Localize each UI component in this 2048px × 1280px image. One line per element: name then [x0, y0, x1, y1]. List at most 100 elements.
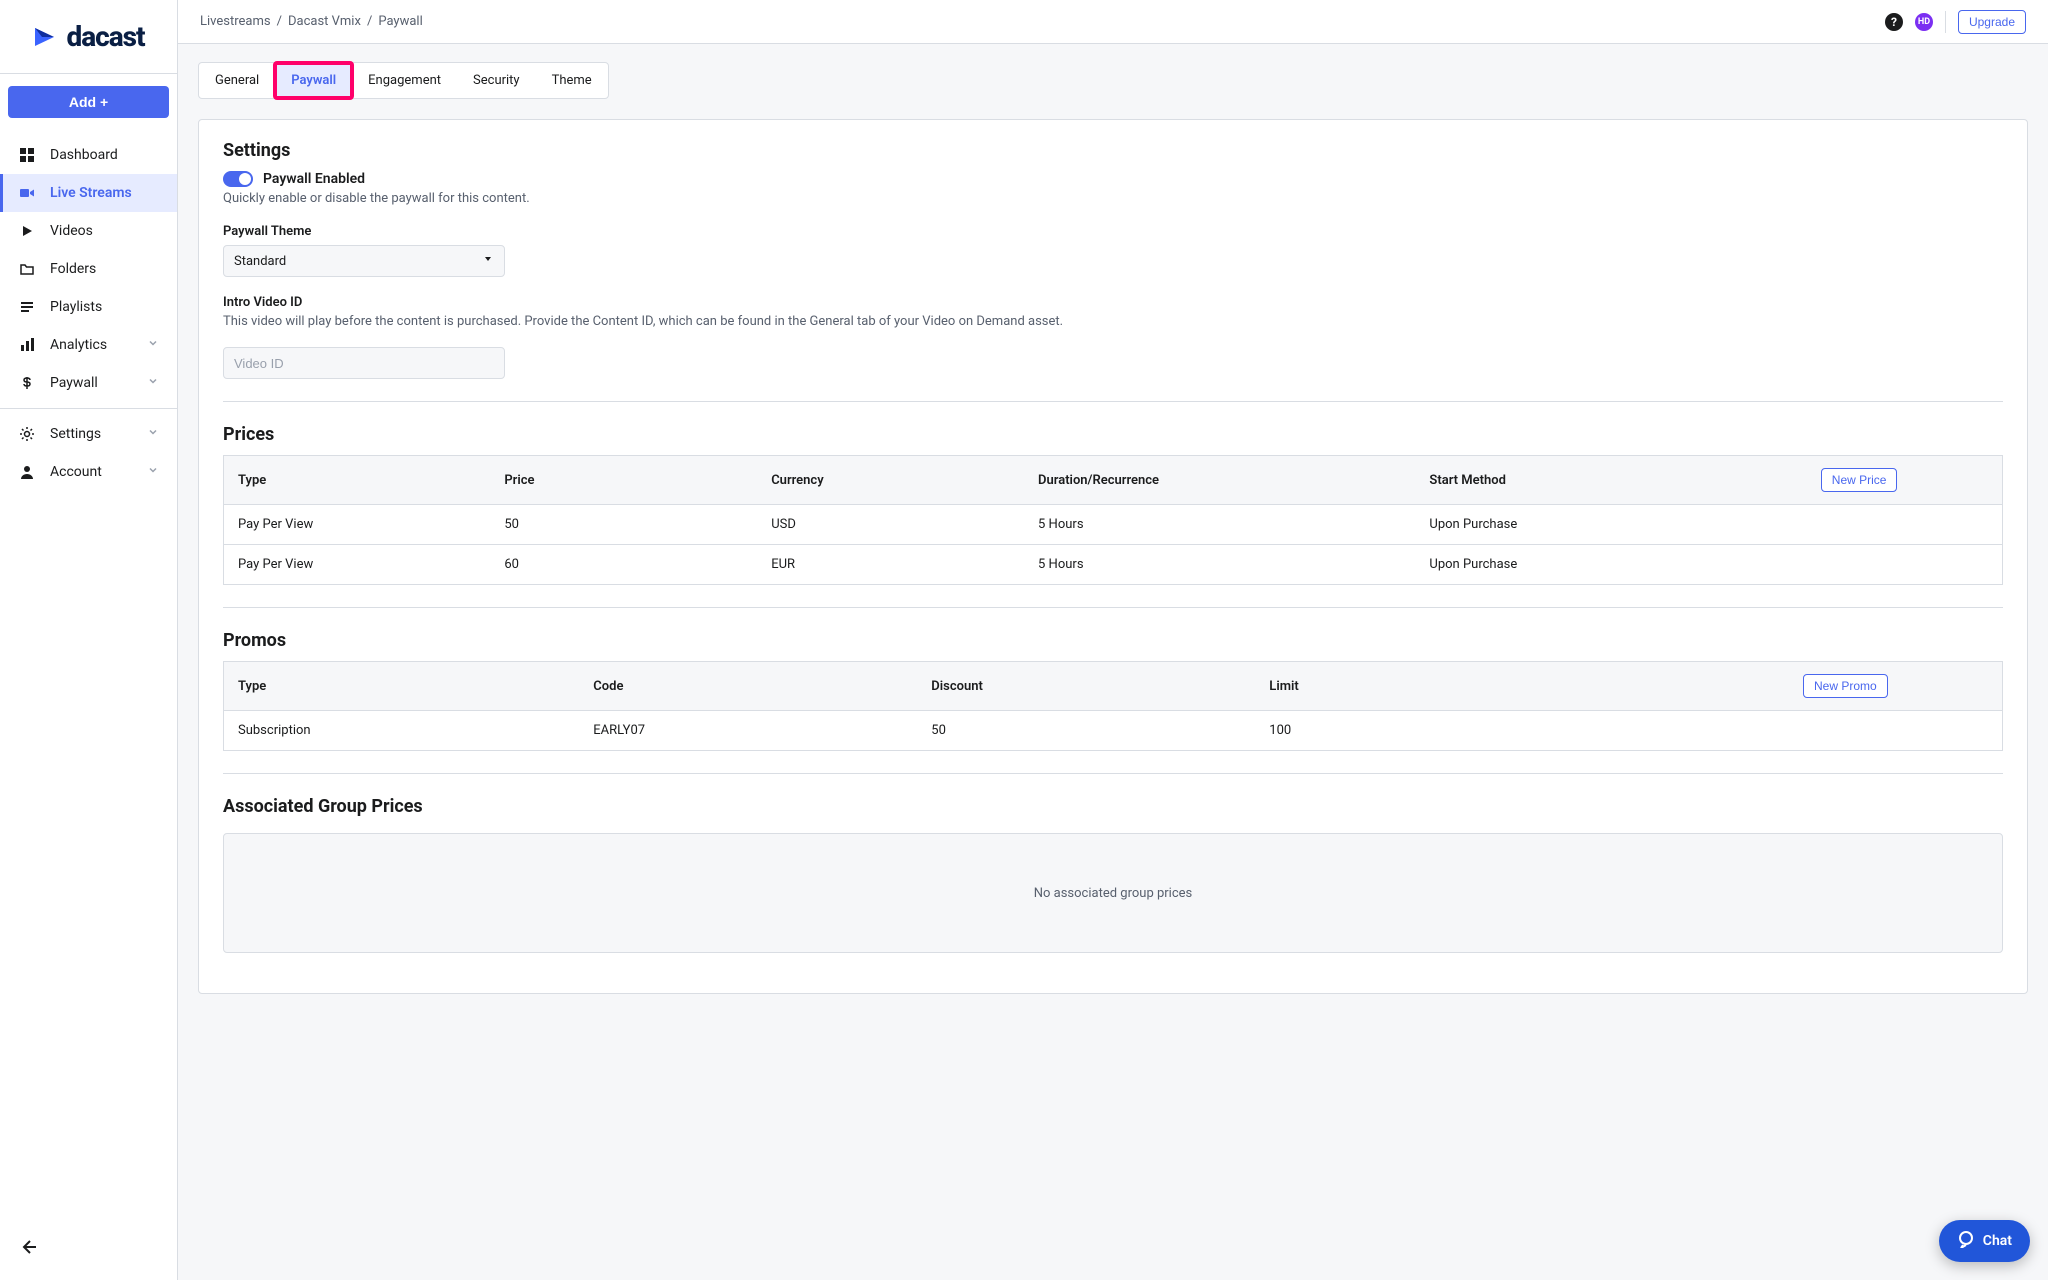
- prices-table: Type Price Currency Duration/Recurrence …: [223, 455, 2003, 585]
- sidebar-item-label: Folders: [50, 261, 96, 277]
- arrow-left-icon[interactable]: [18, 1238, 38, 1262]
- sidebar-item-videos[interactable]: Videos: [0, 212, 177, 250]
- divider: [223, 773, 2003, 774]
- table-row[interactable]: Pay Per View 60 EUR 5 Hours Upon Purchas…: [224, 545, 2003, 585]
- sidebar-item-label: Settings: [50, 426, 101, 442]
- chevron-down-icon: [147, 426, 159, 442]
- divider: [223, 401, 2003, 402]
- sidebar-item-analytics[interactable]: Analytics: [0, 326, 177, 364]
- help-icon[interactable]: ?: [1885, 13, 1903, 31]
- dashboard-icon: [18, 147, 36, 163]
- section-settings: Settings Paywall Enabled Quickly enable …: [223, 140, 2003, 379]
- sidebar-item-label: Dashboard: [50, 147, 118, 163]
- tab-security[interactable]: Security: [457, 63, 536, 98]
- empty-label: No associated group prices: [1034, 886, 1193, 901]
- table-header: Type: [224, 662, 580, 711]
- help-text: This video will play before the content …: [223, 314, 2003, 329]
- section-heading: Settings: [223, 140, 2003, 161]
- gear-icon: [18, 426, 36, 442]
- intro-video-id-input[interactable]: [223, 347, 505, 379]
- section-heading: Associated Group Prices: [223, 796, 2003, 817]
- tab-engagement[interactable]: Engagement: [352, 63, 457, 98]
- dollar-icon: [18, 375, 36, 391]
- sidebar-item-paywall[interactable]: Paywall: [0, 364, 177, 402]
- add-button[interactable]: Add +: [8, 86, 169, 118]
- section-promos: Promos Type Code Discount Limit New Prom…: [223, 630, 2003, 751]
- cell-duration: 5 Hours: [1024, 545, 1415, 585]
- promos-table: Type Code Discount Limit New Promo Subsc…: [223, 661, 2003, 751]
- table-row[interactable]: Subscription EARLY07 50 100: [224, 711, 2003, 751]
- logo-mark-icon: [32, 22, 62, 52]
- field-label: Paywall Theme: [223, 224, 2003, 239]
- sidebar-item-settings[interactable]: Settings: [0, 415, 177, 453]
- cell-type: Pay Per View: [224, 505, 491, 545]
- cell-start: Upon Purchase: [1415, 505, 1806, 545]
- table-header: Code: [579, 662, 917, 711]
- paywall-theme-select[interactable]: Standard: [223, 245, 505, 277]
- cell-type: Subscription: [224, 711, 580, 751]
- logo-text: dacast: [66, 20, 144, 53]
- chat-button[interactable]: Chat: [1939, 1220, 2030, 1262]
- tab-paywall[interactable]: Paywall: [275, 63, 352, 98]
- chevron-down-icon: [147, 375, 159, 391]
- cell-currency: USD: [757, 505, 1024, 545]
- panel: Settings Paywall Enabled Quickly enable …: [198, 119, 2028, 994]
- cell-start: Upon Purchase: [1415, 545, 1806, 585]
- table-header: Discount: [917, 662, 1255, 711]
- section-prices: Prices Type Price Currency Duration/Recu…: [223, 424, 2003, 585]
- toggle-label: Paywall Enabled: [263, 171, 365, 187]
- chevron-down-icon: [147, 337, 159, 353]
- new-price-button[interactable]: New Price: [1821, 468, 1898, 492]
- upgrade-button[interactable]: Upgrade: [1958, 10, 2026, 34]
- cell-price: 60: [490, 545, 757, 585]
- table-row[interactable]: Pay Per View 50 USD 5 Hours Upon Purchas…: [224, 505, 2003, 545]
- sidebar-item-folders[interactable]: Folders: [0, 250, 177, 288]
- cell-price: 50: [490, 505, 757, 545]
- section-assoc: Associated Group Prices No associated gr…: [223, 796, 2003, 953]
- chat-icon: [1957, 1230, 1975, 1252]
- cell-limit: 100: [1255, 711, 1789, 751]
- camera-icon: [18, 185, 36, 201]
- playlist-icon: [18, 299, 36, 315]
- chat-label: Chat: [1983, 1233, 2012, 1249]
- sidebar-item-account[interactable]: Account: [0, 453, 177, 491]
- divider: [1945, 11, 1946, 33]
- table-header: Price: [490, 456, 757, 505]
- breadcrumb-item[interactable]: Paywall: [378, 14, 422, 29]
- chevron-down-icon: [147, 464, 159, 480]
- table-header: Type: [224, 456, 491, 505]
- table-header: Currency: [757, 456, 1024, 505]
- main: General Paywall Engagement Security Them…: [178, 0, 2048, 1280]
- table-header: Limit: [1255, 662, 1789, 711]
- topbar: Livestreams / Dacast Vmix / Paywall ? HD…: [178, 0, 2048, 44]
- section-heading: Promos: [223, 630, 2003, 651]
- cell-type: Pay Per View: [224, 545, 491, 585]
- sidebar-item-dashboard[interactable]: Dashboard: [0, 136, 177, 174]
- tab-general[interactable]: General: [199, 63, 275, 98]
- sidebar-item-label: Playlists: [50, 299, 102, 315]
- sidebar-item-label: Account: [50, 464, 102, 480]
- sidebar-item-label: Paywall: [50, 375, 98, 391]
- table-header: Start Method: [1415, 456, 1806, 505]
- divider: [0, 408, 177, 409]
- help-text: Quickly enable or disable the paywall fo…: [223, 191, 2003, 206]
- assoc-empty-box: No associated group prices: [223, 833, 2003, 953]
- breadcrumb-item[interactable]: Livestreams: [200, 14, 271, 29]
- tab-theme[interactable]: Theme: [536, 63, 608, 98]
- divider: [223, 607, 2003, 608]
- cell-currency: EUR: [757, 545, 1024, 585]
- analytics-icon: [18, 337, 36, 353]
- breadcrumb-sep: /: [367, 14, 372, 29]
- new-promo-button[interactable]: New Promo: [1803, 674, 1888, 698]
- folder-icon: [18, 261, 36, 277]
- logo[interactable]: dacast: [0, 0, 177, 74]
- sidebar-item-playlists[interactable]: Playlists: [0, 288, 177, 326]
- sidebar-item-label: Analytics: [50, 337, 107, 353]
- cell-duration: 5 Hours: [1024, 505, 1415, 545]
- breadcrumb-item[interactable]: Dacast Vmix: [288, 14, 361, 29]
- sidebar-item-label: Videos: [50, 223, 93, 239]
- select-value: Standard: [234, 254, 286, 269]
- paywall-enabled-toggle[interactable]: [223, 171, 253, 187]
- avatar[interactable]: HD: [1915, 13, 1933, 31]
- sidebar-item-live-streams[interactable]: Live Streams: [0, 174, 177, 212]
